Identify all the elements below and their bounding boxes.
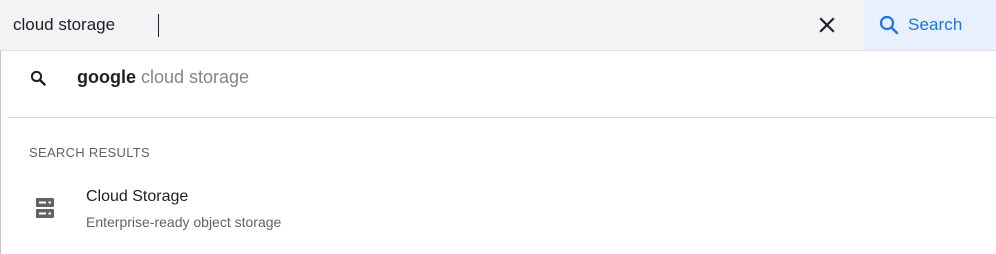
section-divider bbox=[8, 117, 996, 118]
search-result-item[interactable]: Cloud Storage Enterprise-ready object st… bbox=[0, 178, 996, 244]
search-icon bbox=[879, 15, 899, 35]
search-icon bbox=[30, 70, 46, 86]
suggestion-bold-part: google bbox=[77, 67, 136, 87]
suggestion-query-part: cloud storage bbox=[136, 67, 250, 87]
suggestion-text: google cloud storage bbox=[77, 65, 249, 89]
result-subtitle: Enterprise-ready object storage bbox=[86, 214, 282, 230]
storage-icon bbox=[36, 198, 54, 218]
close-icon bbox=[819, 17, 835, 33]
search-button-label: Search bbox=[908, 15, 963, 34]
search-input[interactable] bbox=[13, 0, 793, 50]
search-button[interactable]: Search bbox=[864, 0, 996, 50]
search-dropdown-panel: Search google cloud storage SEARCH RESUL… bbox=[0, 0, 996, 254]
result-title: Cloud Storage bbox=[86, 188, 189, 205]
search-suggestion[interactable]: google cloud storage bbox=[0, 51, 996, 104]
text-caret bbox=[158, 14, 159, 37]
search-bar: Search bbox=[0, 0, 996, 51]
clear-search-button[interactable] bbox=[808, 6, 846, 44]
search-results-heading: SEARCH RESULTS bbox=[29, 145, 150, 160]
